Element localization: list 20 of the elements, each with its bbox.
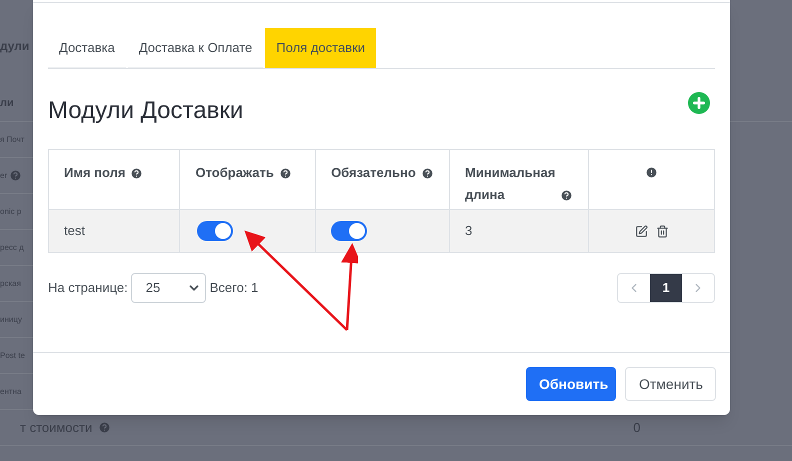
- alert-icon: [645, 166, 658, 180]
- per-page-select[interactable]: 25: [130, 273, 206, 303]
- per-page-label: На странице:: [48, 279, 128, 298]
- tab[interactable]: Поля доставки: [265, 28, 376, 68]
- column-header: Имя поля: [64, 164, 126, 182]
- table-cell: test: [48, 210, 180, 252]
- total-count: Всего: 1: [210, 279, 258, 298]
- cancel-button[interactable]: Отменить: [625, 367, 716, 401]
- trash-icon[interactable]: [656, 224, 669, 238]
- toggle-switch[interactable]: [197, 221, 234, 241]
- column-header: Отображать: [195, 164, 274, 182]
- column-header: Минимальная длина: [465, 164, 556, 204]
- modal-title: Модули Доставки: [48, 96, 244, 126]
- edit-icon[interactable]: [634, 224, 648, 238]
- column-header: Обязательно: [331, 164, 416, 182]
- add-icon[interactable]: [688, 92, 710, 114]
- table-cell: 3: [450, 210, 589, 252]
- toggle-switch[interactable]: [331, 221, 368, 241]
- page-button[interactable]: 1: [650, 274, 682, 302]
- update-button[interactable]: Обновить: [526, 367, 616, 401]
